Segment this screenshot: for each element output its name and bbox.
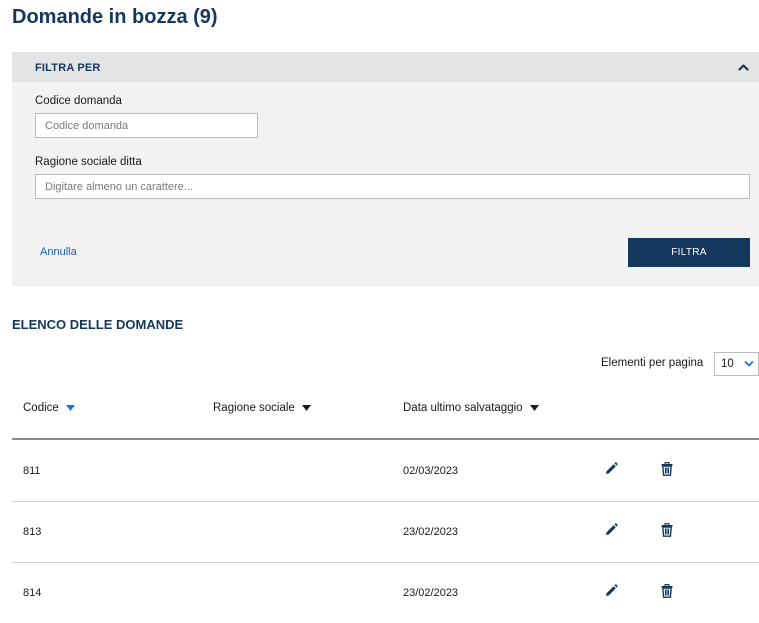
per-page-label: Elementi per pagina (601, 357, 704, 369)
caret-down-icon (301, 405, 311, 411)
per-page-value: 10 (721, 358, 734, 370)
pencil-icon[interactable] (603, 583, 619, 599)
list-title: ELENCO DELLE DOMANDE (12, 317, 184, 332)
column-header-codice[interactable]: Codice (23, 402, 75, 414)
trash-icon[interactable] (659, 583, 675, 599)
cell-codice: 813 (23, 526, 42, 538)
cell-codice: 814 (23, 587, 42, 599)
column-header-data-ultimo-salvataggio[interactable]: Data ultimo salvataggio (403, 402, 539, 414)
per-page-select[interactable]: 10 (714, 352, 759, 376)
filter-button[interactable]: FILTRA (628, 238, 750, 267)
ragione-sociale-input[interactable] (35, 174, 750, 199)
ragione-sociale-label: Ragione sociale ditta (35, 156, 142, 168)
cell-data: 02/03/2023 (403, 465, 459, 477)
caret-down-icon (65, 405, 75, 411)
trash-icon[interactable] (659, 522, 675, 538)
codice-domanda-input[interactable] (35, 113, 258, 138)
column-header-label: Data ultimo salvataggio (403, 402, 523, 414)
caret-down-icon (529, 405, 539, 411)
filter-panel: FILTRA PER Codice domanda Ragione social… (12, 52, 759, 286)
pencil-icon[interactable] (603, 522, 619, 538)
chevron-up-icon[interactable] (733, 57, 753, 77)
table-row: 814 23/02/2023 (12, 562, 759, 623)
table-row: 811 02/03/2023 (12, 440, 759, 502)
trash-icon[interactable] (659, 461, 675, 477)
chevron-down-icon (744, 359, 754, 371)
column-header-ragione-sociale[interactable]: Ragione sociale (213, 402, 311, 414)
column-header-label: Codice (23, 402, 59, 414)
page-title: Domande in bozza (9) (12, 6, 218, 28)
cell-data: 23/02/2023 (403, 526, 459, 538)
codice-domanda-label: Codice domanda (35, 95, 122, 107)
column-header-label: Ragione sociale (213, 402, 295, 414)
cancel-link[interactable]: Annulla (40, 246, 77, 258)
filter-panel-title: FILTRA PER (35, 62, 101, 74)
cell-data: 23/02/2023 (403, 587, 459, 599)
cell-codice: 811 (23, 465, 41, 477)
table-row: 813 23/02/2023 (12, 501, 759, 563)
pencil-icon[interactable] (603, 461, 619, 477)
filter-panel-header[interactable]: FILTRA PER (12, 52, 759, 82)
